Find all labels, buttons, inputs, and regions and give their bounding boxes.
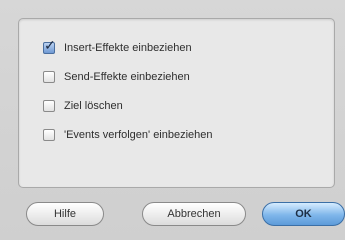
checkbox-follow-events[interactable] [43, 129, 55, 141]
option-insert-effects[interactable]: ✓ Insert-Effekte einbeziehen [43, 38, 192, 57]
checkmark-icon: ✓ [44, 37, 56, 53]
option-send-effects[interactable]: Send-Effekte einbeziehen [43, 68, 190, 86]
checkbox-insert-effects[interactable]: ✓ [43, 38, 56, 54]
cancel-button[interactable]: Abbrechen [142, 202, 246, 226]
option-follow-events[interactable]: 'Events verfolgen' einbeziehen [43, 126, 213, 144]
checkbox-send-effects[interactable] [43, 71, 55, 83]
option-clear-target[interactable]: Ziel löschen [43, 97, 123, 115]
dialog: ✓ Insert-Effekte einbeziehen Send-Effekt… [0, 0, 345, 240]
help-button[interactable]: Hilfe [26, 202, 104, 226]
options-panel: ✓ Insert-Effekte einbeziehen Send-Effekt… [18, 18, 335, 188]
ok-button[interactable]: OK [262, 202, 345, 226]
checkbox-clear-target[interactable] [43, 100, 55, 112]
option-label: 'Events verfolgen' einbeziehen [64, 129, 213, 141]
option-label: Insert-Effekte einbeziehen [64, 42, 192, 54]
option-label: Send-Effekte einbeziehen [64, 71, 190, 83]
option-label: Ziel löschen [64, 100, 123, 112]
